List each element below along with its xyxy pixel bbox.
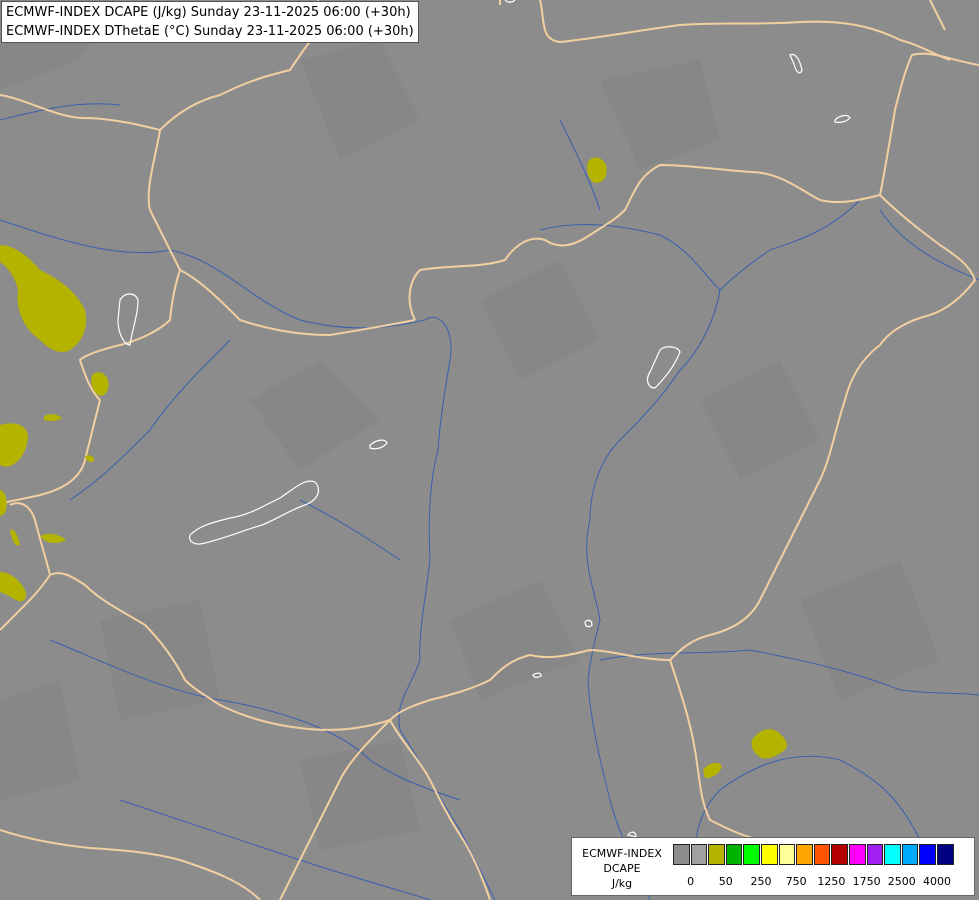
- legend-line-model: ECMWF-INDEX: [582, 847, 662, 860]
- legend-swatch: [813, 844, 831, 865]
- legend-tick-label: 1750: [852, 875, 881, 888]
- legend-swatches: [673, 844, 955, 865]
- legend-tick-label: 750: [785, 875, 807, 888]
- legend-swatch: [673, 844, 690, 865]
- legend-swatch: [919, 844, 936, 865]
- legend-tick-label: 2500: [887, 875, 916, 888]
- legend-tick-label: 4000: [923, 875, 951, 888]
- legend-swatch: [831, 844, 848, 865]
- legend-tick-label: 50: [718, 875, 733, 888]
- legend-line-variable: DCAPE: [603, 862, 641, 875]
- legend-swatch: [866, 844, 884, 865]
- legend-swatch: [901, 844, 919, 865]
- legend-title: ECMWF-INDEX DCAPE J/kg: [574, 846, 670, 891]
- color-legend: ECMWF-INDEX DCAPE J/kg 0 50 250 750 1250 1750…: [571, 837, 975, 896]
- title-line-dcape: ECMWF-INDEX DCAPE (J/kg) Sunday 23-11-20…: [6, 5, 411, 20]
- legend-swatch: [690, 844, 708, 865]
- legend-swatch: [796, 844, 813, 865]
- legend-tick-label: 0: [687, 875, 695, 888]
- title-line-dthetae: ECMWF-INDEX DThetaE (°C) Sunday 23-11-20…: [6, 24, 414, 39]
- legend-swatch: [936, 844, 954, 865]
- weather-map: [0, 0, 979, 900]
- legend-ticks: 0 50 250 750 1250 1750 2500 4000: [673, 875, 973, 889]
- legend-swatch: [884, 844, 901, 865]
- legend-swatch: [725, 844, 743, 865]
- legend-swatch: [778, 844, 796, 865]
- legend-swatch: [760, 844, 778, 865]
- map-background: [0, 0, 979, 900]
- map-title-box: ECMWF-INDEX DCAPE (J/kg) Sunday 23-11-20…: [1, 1, 419, 43]
- legend-swatch: [743, 844, 760, 865]
- legend-tick-label: 250: [750, 875, 772, 888]
- legend-swatch: [848, 844, 866, 865]
- legend-line-unit: J/kg: [611, 877, 633, 890]
- legend-swatch: [708, 844, 725, 865]
- legend-tick-label: 1250: [817, 875, 846, 888]
